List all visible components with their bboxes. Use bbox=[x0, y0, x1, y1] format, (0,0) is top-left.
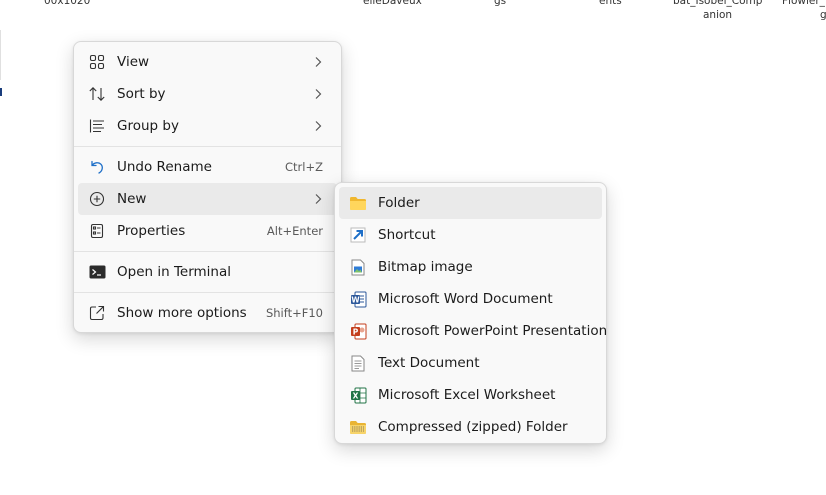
menu-item-open-in-terminal[interactable]: Open in Terminal bbox=[78, 256, 337, 288]
plus-circle-icon bbox=[88, 190, 106, 208]
background-selection-mark bbox=[0, 88, 2, 96]
shortcut-label: Alt+Enter bbox=[266, 224, 323, 238]
properties-icon bbox=[88, 222, 106, 240]
chevron-right-icon bbox=[313, 88, 323, 100]
menu-item-label: New bbox=[117, 191, 147, 207]
external-icon bbox=[88, 304, 106, 322]
menu-item-properties[interactable]: Properties Alt+Enter bbox=[78, 215, 337, 247]
submenu-item-word-document[interactable]: W Microsoft Word Document bbox=[339, 283, 602, 315]
folder-icon bbox=[349, 194, 367, 212]
submenu-item-compressed-folder[interactable]: Compressed (zipped) Folder bbox=[339, 411, 602, 443]
menu-item-label: Properties bbox=[117, 223, 186, 239]
submenu-item-label: Microsoft Excel Worksheet bbox=[378, 387, 556, 403]
background-file-label: anion bbox=[703, 9, 733, 21]
menu-item-label: Group by bbox=[117, 118, 179, 134]
grid-icon bbox=[88, 53, 106, 71]
submenu-item-bitmap-image[interactable]: Bitmap image bbox=[339, 251, 602, 283]
submenu-item-label: Bitmap image bbox=[378, 259, 473, 275]
shortcut-label: Ctrl+Z bbox=[285, 160, 323, 174]
background-file-icon-edge bbox=[0, 30, 1, 80]
terminal-icon bbox=[88, 263, 106, 281]
menu-item-label: View bbox=[117, 54, 150, 70]
menu-item-label: Sort by bbox=[117, 86, 166, 102]
svg-text:P: P bbox=[352, 327, 358, 336]
background-file-label: bat_Isobel_Comp bbox=[673, 0, 763, 7]
background-file-label: g bbox=[820, 9, 826, 21]
menu-item-label: Open in Terminal bbox=[117, 264, 231, 280]
sort-arrows-icon bbox=[88, 85, 106, 103]
list-icon bbox=[88, 117, 106, 135]
menu-separator bbox=[74, 292, 341, 293]
background-file-label: gs bbox=[494, 0, 507, 7]
menu-item-show-more-options[interactable]: Show more options Shift+F10 bbox=[78, 297, 337, 329]
menu-item-undo-rename[interactable]: Undo Rename Ctrl+Z bbox=[78, 151, 337, 183]
zip-folder-icon bbox=[349, 418, 367, 436]
menu-separator bbox=[74, 146, 341, 147]
new-submenu: Folder Shortcut Bitmap image W Microsoft… bbox=[334, 182, 607, 444]
context-menu: View Sort by Group by Undo Rename Ctrl+Z… bbox=[73, 41, 342, 333]
menu-item-sort-by[interactable]: Sort by bbox=[78, 78, 337, 110]
submenu-item-label: Shortcut bbox=[378, 227, 436, 243]
chevron-right-icon bbox=[313, 120, 323, 132]
background-file-label: elleDaveux bbox=[363, 0, 422, 7]
submenu-item-excel-worksheet[interactable]: X Microsoft Excel Worksheet bbox=[339, 379, 602, 411]
submenu-item-label: Compressed (zipped) Folder bbox=[378, 419, 568, 435]
submenu-item-label: Microsoft PowerPoint Presentation bbox=[378, 323, 608, 339]
excel-icon: X bbox=[349, 386, 367, 404]
submenu-item-text-document[interactable]: Text Document bbox=[339, 347, 602, 379]
menu-item-label: Show more options bbox=[117, 305, 247, 321]
undo-icon bbox=[88, 158, 106, 176]
background-file-label: Flowler_ bbox=[782, 0, 825, 7]
background-file-label: 00x1020 bbox=[44, 0, 91, 7]
submenu-item-shortcut[interactable]: Shortcut bbox=[339, 219, 602, 251]
menu-item-new[interactable]: New bbox=[78, 183, 337, 215]
menu-item-group-by[interactable]: Group by bbox=[78, 110, 337, 142]
svg-text:X: X bbox=[352, 391, 358, 400]
chevron-right-icon bbox=[313, 56, 323, 68]
submenu-item-label: Text Document bbox=[378, 355, 480, 371]
menu-item-label: Undo Rename bbox=[117, 159, 212, 175]
svg-text:W: W bbox=[351, 295, 360, 304]
menu-item-view[interactable]: View bbox=[78, 46, 337, 78]
submenu-item-folder[interactable]: Folder bbox=[339, 187, 602, 219]
submenu-item-label: Folder bbox=[378, 195, 420, 211]
text-document-icon bbox=[349, 354, 367, 372]
submenu-item-label: Microsoft Word Document bbox=[378, 291, 553, 307]
background-file-label: ents bbox=[599, 0, 622, 7]
shortcut-icon bbox=[349, 226, 367, 244]
bitmap-icon bbox=[349, 258, 367, 276]
menu-separator bbox=[74, 251, 341, 252]
chevron-right-icon bbox=[313, 193, 323, 205]
word-icon: W bbox=[349, 290, 367, 308]
submenu-item-powerpoint-presentation[interactable]: P Microsoft PowerPoint Presentation bbox=[339, 315, 607, 347]
powerpoint-icon: P bbox=[349, 322, 367, 340]
shortcut-label: Shift+F10 bbox=[265, 306, 323, 320]
